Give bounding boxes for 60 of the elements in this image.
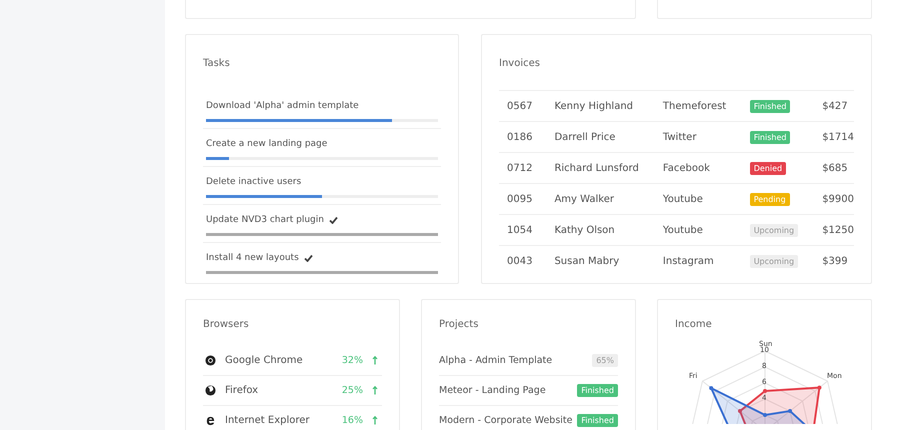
browser-logo-icon — [205, 355, 216, 366]
status-badge: Denied — [750, 162, 786, 174]
table-cell: $1714 — [814, 122, 854, 152]
progress-badge: 65% — [592, 354, 618, 367]
card-title: Browsers — [203, 319, 249, 330]
status-badge: Upcoming — [750, 254, 798, 268]
browser-name: Firefox — [225, 385, 260, 396]
project-name: Meteor - Landing Page — [439, 385, 546, 396]
table-cell: $9900 — [814, 184, 854, 214]
browser-logo-icon — [205, 385, 216, 396]
table-cell: Susan Mabry — [546, 246, 655, 276]
task-label: Delete inactive users — [206, 177, 302, 187]
table-cell: Richard Lunsford — [546, 152, 655, 184]
browser-name: Google Chrome — [225, 355, 304, 366]
share-value: 32% — [342, 355, 363, 366]
task-label: Update NVD3 chart plugin — [206, 215, 324, 225]
card-title: Projects — [439, 319, 478, 330]
status-badge: Upcoming — [750, 224, 798, 236]
status-badge: Finished — [750, 130, 790, 144]
letter-e-icon — [205, 415, 216, 426]
status-badge: Finished — [750, 100, 790, 112]
table-cell: 0186 — [499, 122, 546, 152]
table-cell: Kathy Olson — [546, 214, 655, 246]
table-cell: $399 — [814, 246, 854, 276]
table-cell: Amy Walker — [546, 184, 655, 214]
table-cell: Youtube — [654, 214, 742, 246]
share-value: 25% — [342, 385, 363, 396]
table-cell: 0712 — [499, 152, 546, 184]
table-cell: 0043 — [499, 246, 546, 276]
arrow-up-icon — [372, 416, 378, 425]
task-label: Create a new landing page — [206, 139, 328, 149]
status-badge: Pending — [750, 192, 790, 206]
task-label: Install 4 new layouts — [206, 253, 299, 263]
table-cell: Kenny Highland — [546, 90, 655, 122]
card-title: Tasks — [203, 58, 230, 69]
arrow-up-icon — [372, 386, 378, 395]
check-icon — [304, 254, 313, 262]
table-cell: Facebook — [654, 152, 742, 184]
share-value: 16% — [342, 415, 363, 426]
card-title: Income — [675, 319, 712, 330]
table-cell: 1054 — [499, 214, 546, 246]
table-cell: Twitter — [654, 122, 742, 152]
table-cell: Themeforest — [654, 90, 742, 122]
table-cell: 0095 — [499, 184, 546, 214]
task-label: Download 'Alpha' admin template — [206, 101, 359, 111]
card-title: Invoices — [499, 58, 540, 69]
browser-name: Internet Explorer — [225, 415, 311, 426]
table-cell: Youtube — [654, 184, 742, 214]
status-badge: Finished — [577, 384, 618, 397]
arrow-up-icon — [372, 356, 378, 365]
project-name: Modern - Corporate Website — [439, 415, 572, 426]
table-cell: $1250 — [814, 214, 854, 246]
table-cell: Darrell Price — [546, 122, 655, 152]
status-badge: Finished — [577, 414, 618, 427]
project-name: Alpha - Admin Template — [439, 355, 552, 366]
table-cell: $427 — [814, 90, 854, 122]
table-cell: Instagram — [654, 246, 742, 276]
check-icon — [328, 216, 338, 224]
table-cell: 0567 — [499, 90, 546, 122]
table-cell: $685 — [814, 152, 854, 184]
